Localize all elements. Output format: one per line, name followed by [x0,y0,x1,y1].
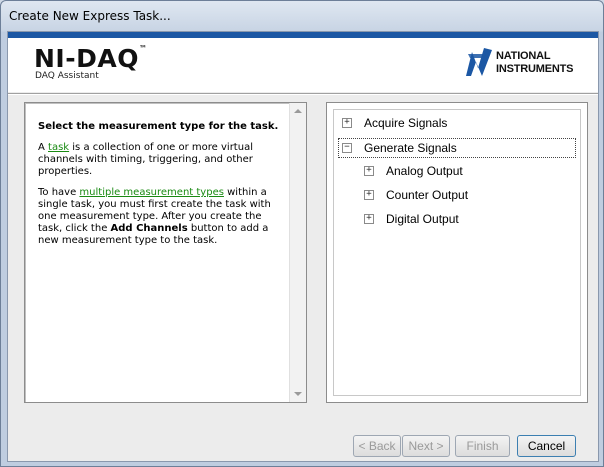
measurement-type-panel: + Acquire Signals − Generate Signals + A… [326,102,588,403]
vendor-line-2: INSTRUMENTS [496,63,574,75]
tree-item-label: Analog Output [386,164,463,178]
tree-item-counter-output[interactable]: + Counter Output [360,186,560,204]
expand-icon[interactable]: + [364,190,374,200]
help-paragraph-1: A task is a collection of one or more vi… [38,142,284,178]
help-text-span: To have [38,187,80,198]
tree-item-digital-output[interactable]: + Digital Output [360,210,560,228]
help-heading: Select the measurement type for the task… [38,121,279,132]
collapse-icon[interactable]: − [342,143,352,153]
tree-item-generate-signals[interactable]: − Generate Signals [338,138,576,158]
header-divider [8,93,598,95]
scroll-up-icon[interactable] [294,109,302,113]
product-name: NI-DAQ [34,44,139,73]
tree-item-label: Counter Output [386,188,469,202]
cancel-button[interactable]: Cancel [517,435,576,457]
title-bar[interactable]: Create New Express Task... [1,1,603,31]
help-panel[interactable]: Select the measurement type for the task… [24,102,307,403]
vendor-line-1: NATIONAL [496,50,551,62]
tree-item-acquire-signals[interactable]: + Acquire Signals [338,114,576,132]
help-text: Select the measurement type for the task… [38,121,284,256]
expand-icon[interactable]: + [364,166,374,176]
expand-icon[interactable]: + [364,214,374,224]
national-instruments-logo: NATIONAL INSTRUMENTS [464,46,594,84]
header-banner: NI-DAQ™ DAQ Assistant NATIONAL INSTRUMEN… [8,32,598,92]
tree-item-label: Digital Output [386,212,459,226]
back-button[interactable]: < Back [353,435,401,457]
scroll-down-icon[interactable] [294,392,302,396]
tree-item-label: Acquire Signals [364,116,448,130]
help-text-span: A [38,142,49,153]
help-scrollbar[interactable] [289,103,306,402]
ni-daq-logo: NI-DAQ™ [34,44,147,73]
expand-icon[interactable]: + [342,118,352,128]
window-title: Create New Express Task... [9,9,171,23]
product-subtitle: DAQ Assistant [35,71,99,81]
multiple-measurement-types-link[interactable]: multiple measurement types [79,187,224,198]
tree-item-label: Generate Signals [364,141,457,155]
task-link[interactable]: task [48,142,69,153]
product-trademark: ™ [138,44,148,53]
tree-item-analog-output[interactable]: + Analog Output [360,162,560,180]
help-paragraph-2: To have multiple measurement types withi… [38,187,284,247]
dialog-client-area: NI-DAQ™ DAQ Assistant NATIONAL INSTRUMEN… [7,31,599,462]
ni-eagle-icon [466,48,492,76]
dialog-window: Create New Express Task... NI-DAQ™ DAQ A… [0,0,604,467]
help-text-span: is a collection of one or more virtual c… [38,142,253,177]
measurement-type-tree[interactable]: + Acquire Signals − Generate Signals + A… [333,109,581,396]
next-button[interactable]: Next > [402,435,450,457]
finish-button[interactable]: Finish [455,435,510,457]
add-channels-bold: Add Channels [110,223,188,234]
